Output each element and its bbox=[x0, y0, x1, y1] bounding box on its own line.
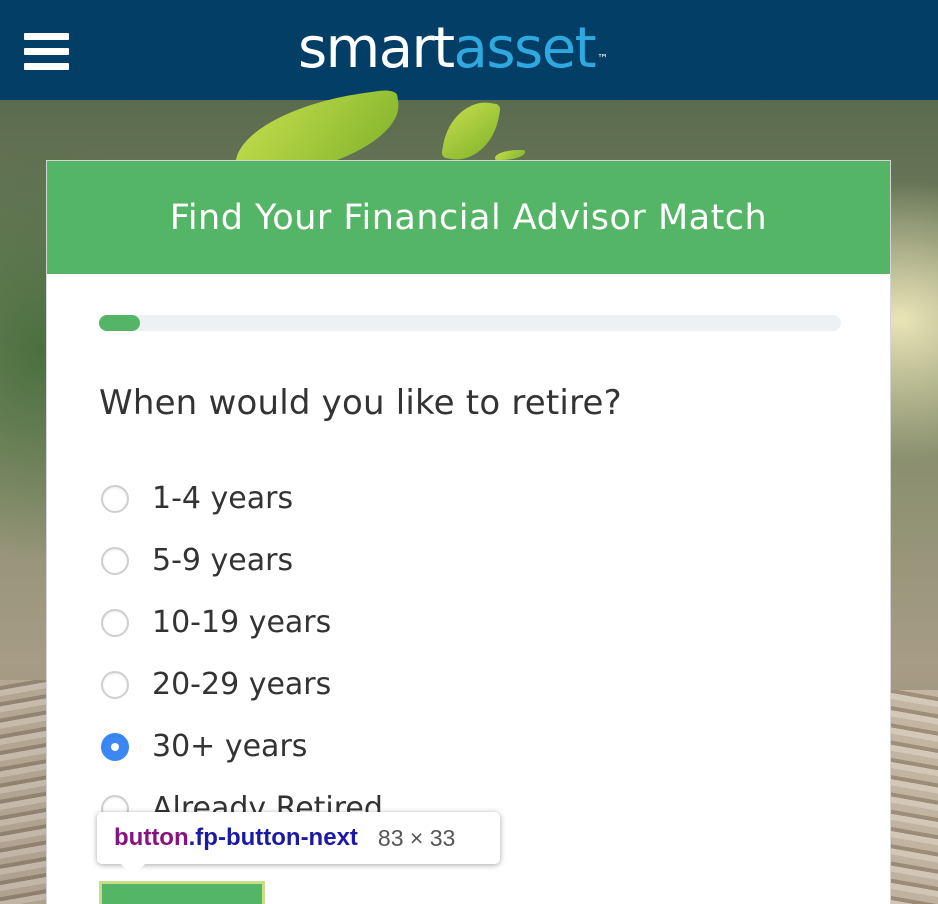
logo-trademark: ™ bbox=[597, 52, 609, 65]
option-20-29-years[interactable]: 20-29 years bbox=[101, 665, 383, 727]
option-label: 30+ years bbox=[152, 729, 308, 764]
progress-bar-fill bbox=[99, 315, 140, 331]
next-button[interactable] bbox=[99, 881, 265, 904]
logo-text-smart: smart bbox=[298, 16, 455, 81]
tooltip-element-size: 83 × 33 bbox=[377, 824, 456, 851]
tooltip-tag-name: button bbox=[114, 824, 189, 851]
menu-line bbox=[24, 63, 69, 70]
radio-button[interactable] bbox=[101, 485, 129, 513]
radio-button[interactable] bbox=[101, 671, 129, 699]
option-10-19-years[interactable]: 10-19 years bbox=[101, 603, 383, 665]
radio-button[interactable] bbox=[101, 609, 129, 637]
tooltip-class-name: .fp-button-next bbox=[188, 824, 358, 851]
devtools-inspect-tooltip: button .fp-button-next 83 × 33 bbox=[97, 812, 500, 876]
smartasset-logo[interactable]: smartasset ™ bbox=[298, 14, 609, 84]
menu-line bbox=[24, 33, 69, 40]
option-label: 20-29 years bbox=[152, 667, 332, 702]
option-5-9-years[interactable]: 5-9 years bbox=[101, 541, 383, 603]
option-1-4-years[interactable]: 1-4 years bbox=[101, 479, 383, 541]
option-label: 5-9 years bbox=[152, 543, 294, 578]
plant-leaf-image bbox=[440, 96, 502, 166]
advisor-match-form-card: Find Your Financial Advisor Match When w… bbox=[46, 160, 891, 904]
menu-line bbox=[24, 48, 69, 55]
plant-leaf-image bbox=[495, 150, 525, 160]
option-label: 10-19 years bbox=[152, 605, 332, 640]
form-title: Find Your Financial Advisor Match bbox=[47, 161, 890, 274]
top-navigation-bar: smartasset ™ bbox=[0, 0, 938, 100]
option-label: 1-4 years bbox=[152, 481, 294, 516]
progress-bar bbox=[99, 315, 841, 331]
question-text: When would you like to retire? bbox=[99, 383, 622, 423]
radio-button[interactable] bbox=[101, 733, 129, 761]
answer-options: 1-4 years 5-9 years 10-19 years 20-29 ye… bbox=[101, 479, 383, 851]
hamburger-menu-icon[interactable] bbox=[24, 33, 69, 71]
radio-button[interactable] bbox=[101, 547, 129, 575]
option-30-plus-years[interactable]: 30+ years bbox=[101, 727, 383, 789]
logo-text-asset: asset bbox=[453, 16, 597, 81]
